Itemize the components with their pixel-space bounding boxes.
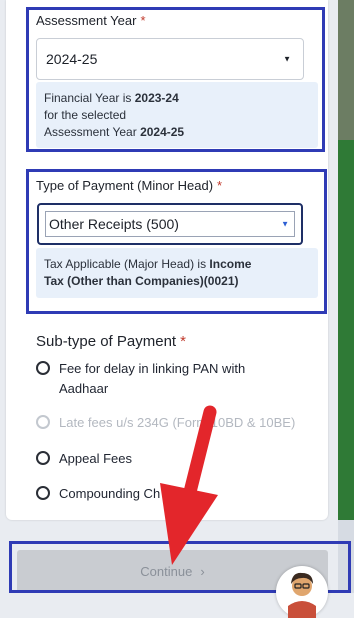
radio-option-late-fees-234g: Late fees u/s 234G (Form 10BD & 10BE) <box>36 413 295 433</box>
continue-label: Continue <box>140 564 193 579</box>
radio-label: Compounding Ch <box>59 486 161 501</box>
radio-button[interactable] <box>36 361 50 375</box>
required-asterisk: * <box>217 178 223 193</box>
dropdown-caret-icon: ▼ <box>281 219 289 229</box>
assessment-year-label: Assessment Year * <box>36 13 146 28</box>
assistant-avatar[interactable] <box>276 566 328 618</box>
type-of-payment-value: Other Receipts (500) <box>49 216 179 232</box>
financial-year-info: Financial Year is 2023-24 for the select… <box>36 82 318 148</box>
radio-option-compounding-charges[interactable]: Compounding Ch <box>36 484 160 504</box>
person-icon <box>288 572 316 618</box>
radio-button <box>36 415 50 429</box>
radio-label: Appeal Fees <box>59 451 132 466</box>
assessment-year-value: 2024-25 <box>46 51 98 67</box>
radio-button[interactable] <box>36 451 50 465</box>
subtype-of-payment-label: Sub-type of Payment * <box>36 333 186 350</box>
required-asterisk: * <box>180 333 186 350</box>
chevron-right-icon: › <box>200 564 205 579</box>
radio-option-fee-delay-pan-aadhaar[interactable]: Fee for delay in linking PAN with Aadhaa… <box>36 359 245 399</box>
dropdown-caret-icon: ▼ <box>283 54 291 64</box>
assessment-year-select[interactable]: 2024-25 ▼ <box>36 38 304 80</box>
radio-label: Fee for delay in linking PAN with Aadhaa… <box>59 361 246 396</box>
radio-option-appeal-fees[interactable]: Appeal Fees <box>36 449 132 469</box>
background-strip <box>338 0 354 593</box>
radio-button[interactable] <box>36 486 50 500</box>
radio-label: Late fees u/s 234G (Form 10BD & 10BE) <box>59 415 296 430</box>
tax-applicable-info: Tax Applicable (Major Head) is Income Ta… <box>36 248 318 298</box>
type-of-payment-label: Type of Payment (Minor Head) * <box>36 178 223 193</box>
type-of-payment-select[interactable]: Other Receipts (500) ▼ <box>37 203 303 245</box>
required-asterisk: * <box>140 13 146 28</box>
